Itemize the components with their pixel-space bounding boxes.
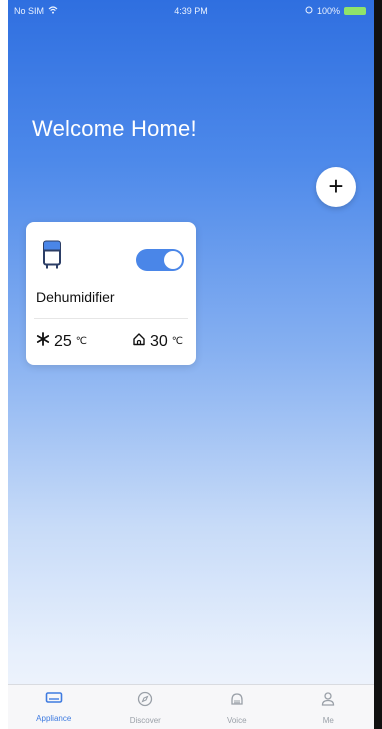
battery-percent: 100% [316,6,340,16]
user-icon [320,691,336,712]
device-name: Dehumidifier [36,289,115,305]
tab-voice-label: Voice [226,716,247,725]
tab-discover[interactable]: Discover [100,685,192,729]
home-icon [132,332,146,351]
set-temperature: 25 ℃ [36,332,87,351]
card-divider [34,318,188,319]
toggle-knob [164,251,182,269]
device-frame-edge [374,0,382,729]
welcome-title: Welcome Home! [32,116,197,141]
snowflake-icon [36,332,50,351]
tab-voice[interactable]: Voice [191,685,283,729]
status-bar: No SIM 4:39 PM 100% [8,0,374,22]
status-right: 100% [305,6,366,16]
speaker-icon [229,691,245,712]
app-screen: No SIM 4:39 PM 100% Welcome Home! + Dehu… [8,0,374,729]
alarm-icon [305,6,313,16]
tab-appliance[interactable]: Appliance [8,685,100,729]
plus-icon: + [328,171,344,201]
device-card-dehumidifier[interactable]: Dehumidifier 25 ℃ 30 ℃ [26,222,196,365]
power-toggle[interactable] [136,249,184,271]
tab-me[interactable]: Me [283,685,375,729]
tab-appliance-label: Appliance [36,714,72,723]
compass-icon [137,691,153,712]
indoor-temperature: 30 ℃ [132,332,183,351]
appliance-icon [45,691,63,710]
set-temp-value: 25 [54,332,72,350]
set-temp-unit: ℃ [75,336,88,347]
add-device-button[interactable]: + [316,167,356,207]
indoor-temp-unit: ℃ [171,336,184,347]
tab-bar: Appliance Discover Voice Me [8,684,374,729]
tab-me-label: Me [322,716,334,725]
tab-discover-label: Discover [129,716,161,725]
dehumidifier-icon [42,240,62,275]
indoor-temp-value: 30 [150,332,168,350]
battery-icon [344,7,366,15]
